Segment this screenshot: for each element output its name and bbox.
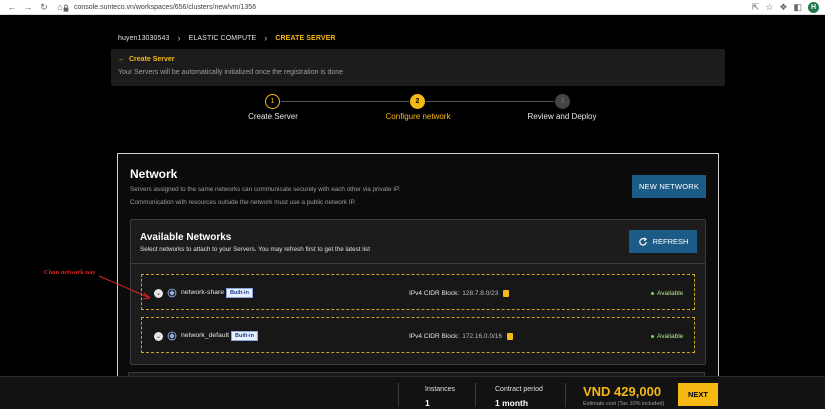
network-name: network-share — [181, 289, 225, 296]
reload-icon[interactable]: ↻ — [38, 1, 50, 13]
available-networks-header: Available Networks Select networks to at… — [131, 220, 705, 264]
step-1-label: Create Server — [248, 112, 298, 121]
profile-avatar[interactable]: H — [808, 2, 819, 13]
next-button[interactable]: NEXT — [678, 383, 718, 406]
status-badge: Available — [651, 290, 683, 297]
browser-toolbar: ← → ↻ ⌂ console.sunteco.vn/workspaces/65… — [0, 0, 825, 15]
cidr-block: IPv4 CIDR Block: 172.16.0.0/16 — [409, 333, 513, 340]
footer-divider — [398, 383, 399, 407]
contract-period-label: Contract period — [495, 386, 543, 393]
sidebar-icon[interactable]: ◧ — [793, 2, 802, 13]
extensions-icon[interactable]: ❖ — [779, 2, 787, 13]
breadcrumb: huyen13030543 › ELASTIC COMPUTE › CREATE… — [118, 33, 336, 43]
network-panel: Network Servers assigned to the same net… — [117, 153, 719, 393]
cidr-block: IPv4 CIDR Block: 128.7.8.0/23 — [409, 290, 510, 297]
star-icon[interactable]: ☆ — [765, 2, 773, 13]
network-description-secondary: Communication with resources outside the… — [130, 199, 356, 206]
available-networks-subtitle: Select networks to attach to your Server… — [140, 246, 370, 253]
step-connector — [426, 101, 554, 102]
new-network-button[interactable]: NEW NETWORK — [632, 175, 706, 198]
step-3-label: Review and Deploy — [527, 112, 597, 121]
share-icon[interactable]: ⇱ — [752, 2, 760, 13]
lock-icon — [63, 4, 69, 12]
cidr-label: IPv4 CIDR Block: — [409, 290, 460, 297]
copy-icon[interactable] — [506, 333, 513, 340]
instances-label: Instances — [425, 386, 455, 393]
network-row-default[interactable]: ⌄ network_default Built-in IPv4 CIDR Blo… — [141, 317, 695, 353]
refresh-button[interactable]: REFRESH — [629, 230, 697, 253]
status-dot-icon — [651, 335, 654, 338]
available-networks-title: Available Networks — [140, 232, 232, 243]
built-in-badge: Built-in — [226, 288, 253, 298]
chevron-right-icon: › — [177, 33, 181, 43]
breadcrumb-elastic-compute[interactable]: ELASTIC COMPUTE — [189, 35, 257, 42]
breadcrumb-workspace[interactable]: huyen13030543 — [118, 35, 170, 42]
network-icon — [167, 288, 177, 298]
address-bar[interactable]: console.sunteco.vn/workspaces/656/cluste… — [62, 2, 762, 13]
network-description: Servers assigned to the same networks ca… — [130, 186, 401, 193]
cidr-value: 172.16.0.0/16 — [462, 333, 502, 340]
chevron-right-icon: › — [264, 33, 268, 43]
footer-divider — [565, 383, 566, 407]
copy-icon[interactable] — [503, 290, 510, 297]
annotation-text: Chọn network này — [44, 269, 96, 276]
built-in-badge: Built-in — [231, 331, 258, 341]
registration-notice: ← Create Server Your Servers will be aut… — [111, 49, 725, 86]
expand-toggle-icon[interactable]: ⌄ — [154, 289, 163, 298]
arrow-left-icon: ← — [118, 56, 125, 63]
network-title: Network — [130, 167, 178, 181]
expand-toggle-icon[interactable]: ⌄ — [154, 332, 163, 341]
forward-arrow-icon[interactable]: → — [22, 1, 34, 13]
breadcrumb-create-server: CREATE SERVER — [275, 34, 336, 42]
step-2-label: Configure network — [385, 112, 451, 121]
back-arrow-icon[interactable]: ← — [6, 1, 18, 13]
status-text: Available — [657, 333, 684, 340]
contract-period-value: 1 month — [495, 398, 529, 408]
footer-divider — [475, 383, 476, 407]
checkout-footer: Instances 1 Contract period 1 month VND … — [0, 376, 825, 409]
refresh-button-label: REFRESH — [652, 237, 689, 246]
estimated-price: VND 429,000 — [583, 384, 662, 399]
cidr-value: 128.7.8.0/23 — [462, 290, 499, 297]
available-networks-box: Available Networks Select networks to at… — [130, 219, 706, 365]
network-name: network_default — [181, 332, 229, 339]
back-link-label: Create Server — [129, 56, 175, 63]
status-dot-icon — [651, 292, 654, 295]
refresh-icon — [638, 236, 647, 246]
step-3-circle: 3 — [555, 94, 570, 109]
url-text: console.sunteco.vn/workspaces/656/cluste… — [74, 4, 257, 11]
status-text: Available — [657, 290, 684, 297]
cidr-label: IPv4 CIDR Block: — [409, 333, 460, 340]
network-icon — [167, 331, 177, 341]
network-row-share[interactable]: ⌄ network-share Built-in IPv4 CIDR Block… — [141, 274, 695, 310]
instances-value: 1 — [425, 398, 430, 408]
notice-message: Your Servers will be automatically initi… — [118, 69, 344, 76]
step-connector — [281, 101, 409, 102]
step-2-circle[interactable]: 2 — [410, 94, 425, 109]
estimate-note: Estimate cost (Tax 10% included) — [583, 401, 665, 407]
status-badge: Available — [651, 333, 683, 340]
back-link[interactable]: ← Create Server — [118, 56, 175, 63]
step-1-circle[interactable]: 1 — [265, 94, 280, 109]
